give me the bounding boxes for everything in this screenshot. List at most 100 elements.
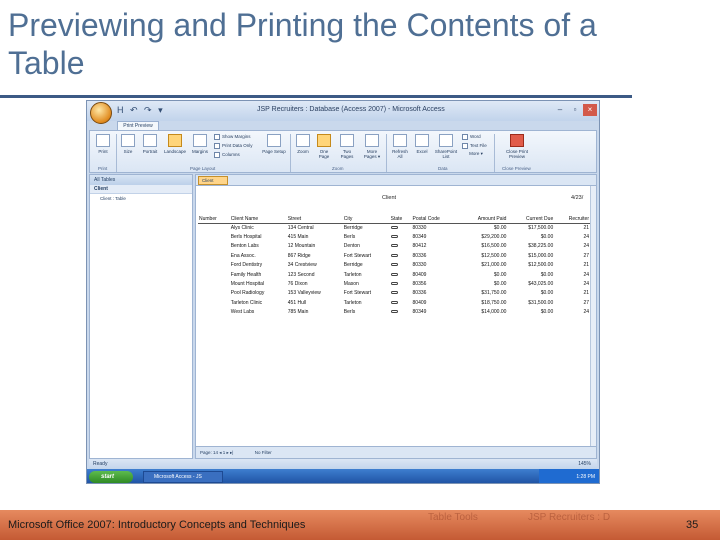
state-checkbox-icon — [390, 272, 398, 276]
column-header: Street — [286, 215, 343, 224]
nav-item-client-table[interactable]: Client : Table — [90, 194, 192, 203]
zoom-level[interactable]: 145% — [578, 459, 591, 469]
page-setup-icon — [267, 134, 281, 147]
state-checkbox-icon — [390, 300, 398, 304]
ribbon: Print Size Portrait Landscape Margins Sh… — [89, 130, 597, 173]
page-navigator[interactable]: Page: 14 ◂ 1 ▸ ▸| — [200, 450, 233, 455]
size-button[interactable]: Size — [120, 134, 136, 164]
table-row: Berls Hospital 415 Main Berls 80349 $29,200.… — [198, 232, 590, 241]
column-header: State — [389, 215, 412, 224]
minimize-icon[interactable]: – — [553, 104, 567, 116]
title-underline — [0, 95, 632, 98]
vertical-scrollbar[interactable] — [590, 186, 596, 446]
close-print-preview-button[interactable]: Close Print Preview — [500, 134, 534, 164]
two-pages-button[interactable]: Two Pages — [336, 134, 358, 164]
table-row: Benton Labs 12 Mountain Denton 80412 $16,500… — [198, 242, 590, 251]
table-cell: 24 — [583, 281, 589, 288]
nav-group-client[interactable]: Client — [90, 185, 192, 194]
table-cell: Denton — [343, 243, 360, 250]
table-cell — [198, 308, 230, 317]
office-button-icon[interactable] — [90, 102, 112, 124]
close-icon[interactable]: × — [583, 104, 597, 116]
column-header: Postal Code — [411, 215, 459, 224]
table-cell: Berridge — [343, 224, 363, 231]
table-cell — [198, 298, 230, 307]
filter-indicator[interactable]: No Filter — [255, 450, 272, 455]
column-header: Current Due — [507, 215, 555, 224]
table-cell — [198, 261, 230, 270]
taskbar-item-access[interactable]: Microsoft Access - JS — [143, 471, 223, 483]
table-cell: 24 — [583, 271, 589, 278]
table-cell: $0.00 — [540, 309, 554, 316]
table-cell: $31,750.00 — [481, 290, 507, 297]
table-cell — [198, 279, 230, 288]
table-cell: 21 — [583, 290, 589, 297]
table-cell: 80349 — [412, 234, 427, 241]
magnifier-icon — [296, 134, 310, 147]
page-navigation-bar[interactable]: Page: 14 ◂ 1 ▸ ▸| No Filter — [196, 446, 596, 458]
table-cell — [198, 242, 230, 251]
print-button[interactable]: Print — [94, 134, 112, 164]
start-button[interactable]: start — [89, 471, 133, 483]
table-cell: $29,200.00 — [481, 234, 507, 241]
state-checkbox-icon — [390, 282, 398, 286]
group-label-page-layout: Page Layout — [190, 166, 216, 171]
slide: Previewing and Printing the Contents of … — [0, 0, 720, 540]
table-cell: 27 — [583, 299, 589, 306]
maximize-icon[interactable]: ▫ — [568, 104, 582, 116]
tab-client[interactable]: Client — [198, 176, 228, 185]
table-cell: Fort Stewart — [343, 252, 372, 259]
table-cell — [390, 232, 412, 241]
footer-band: Table Tools JSP Recruiters : D Microsoft… — [0, 510, 720, 540]
quick-access-toolbar[interactable]: H ↶ ↷ ▾ — [117, 105, 165, 116]
table-cell — [198, 232, 230, 241]
table-cell — [390, 289, 412, 298]
table-row: Family Health 123 Second Tarleton 80409 $0.0… — [198, 270, 590, 279]
sharepoint-list-button[interactable]: SharePoint List — [432, 134, 460, 164]
portrait-button[interactable]: Portrait — [140, 134, 160, 164]
more-pages-button[interactable]: More Pages ▾ — [360, 134, 384, 164]
text-file-button[interactable]: Text File — [462, 143, 487, 149]
table-cell: Ford Dentistry — [230, 262, 263, 269]
table-cell: 76 Dixon — [287, 281, 308, 288]
show-margins-checkbox[interactable]: Show Margins — [214, 134, 251, 140]
table-cell: $0.00 — [493, 224, 507, 231]
table-cell: Benton Labs — [230, 243, 259, 250]
table-cell: 80412 — [412, 243, 427, 250]
table-cell — [390, 223, 412, 232]
table-cell: Fort Stewart — [343, 290, 372, 297]
excel-button[interactable]: Excel — [414, 134, 430, 164]
tab-print-preview[interactable]: Print Preview — [117, 121, 159, 130]
print-data-only-checkbox[interactable]: Print Data Only — [214, 143, 253, 149]
table-row: Pool Radiology 153 Valleyview Fort Stewart… — [198, 289, 590, 298]
word-button[interactable]: Word — [462, 134, 481, 140]
nav-pane-header[interactable]: All Tables — [90, 175, 192, 185]
more-data-button[interactable]: More ▾ — [462, 151, 490, 163]
table-cell: Berls Hospital — [230, 234, 262, 241]
table-cell: Mount Hospital — [230, 281, 265, 288]
refresh-all-button[interactable]: Refresh All — [390, 134, 410, 164]
system-tray-clock: 1:28 PM — [539, 469, 599, 483]
column-header: City — [342, 215, 390, 224]
table-cell — [198, 270, 230, 279]
table-cell: $0.00 — [493, 281, 507, 288]
one-page-icon — [317, 134, 331, 147]
table-cell: $38,225.00 — [528, 243, 554, 250]
table-cell: 80349 — [412, 309, 427, 316]
zoom-button[interactable]: Zoom — [294, 134, 312, 164]
status-bar: Ready 145% — [89, 459, 597, 469]
table-cell: Berls — [343, 234, 356, 241]
report-date: 4/23/ — [571, 195, 584, 201]
landscape-button[interactable]: Landscape — [163, 134, 187, 164]
footer-ghost-text: Table Tools — [428, 512, 478, 523]
table-cell: Alys Clinic — [230, 224, 254, 231]
table-cell: 415 Main — [287, 234, 309, 241]
table-row: Ena Assoc. 867 Ridge Fort Stewart 80336 $12,… — [198, 251, 590, 260]
table-cell: $31,500.00 — [528, 299, 554, 306]
footer-text: Microsoft Office 2007: Introductory Conc… — [8, 519, 306, 531]
one-page-button[interactable]: One Page — [314, 134, 334, 164]
table-cell — [390, 279, 412, 288]
page-setup-button[interactable]: Page Setup — [262, 134, 286, 164]
margins-button[interactable]: Margins — [190, 134, 210, 164]
columns-button[interactable]: Columns — [214, 152, 240, 158]
